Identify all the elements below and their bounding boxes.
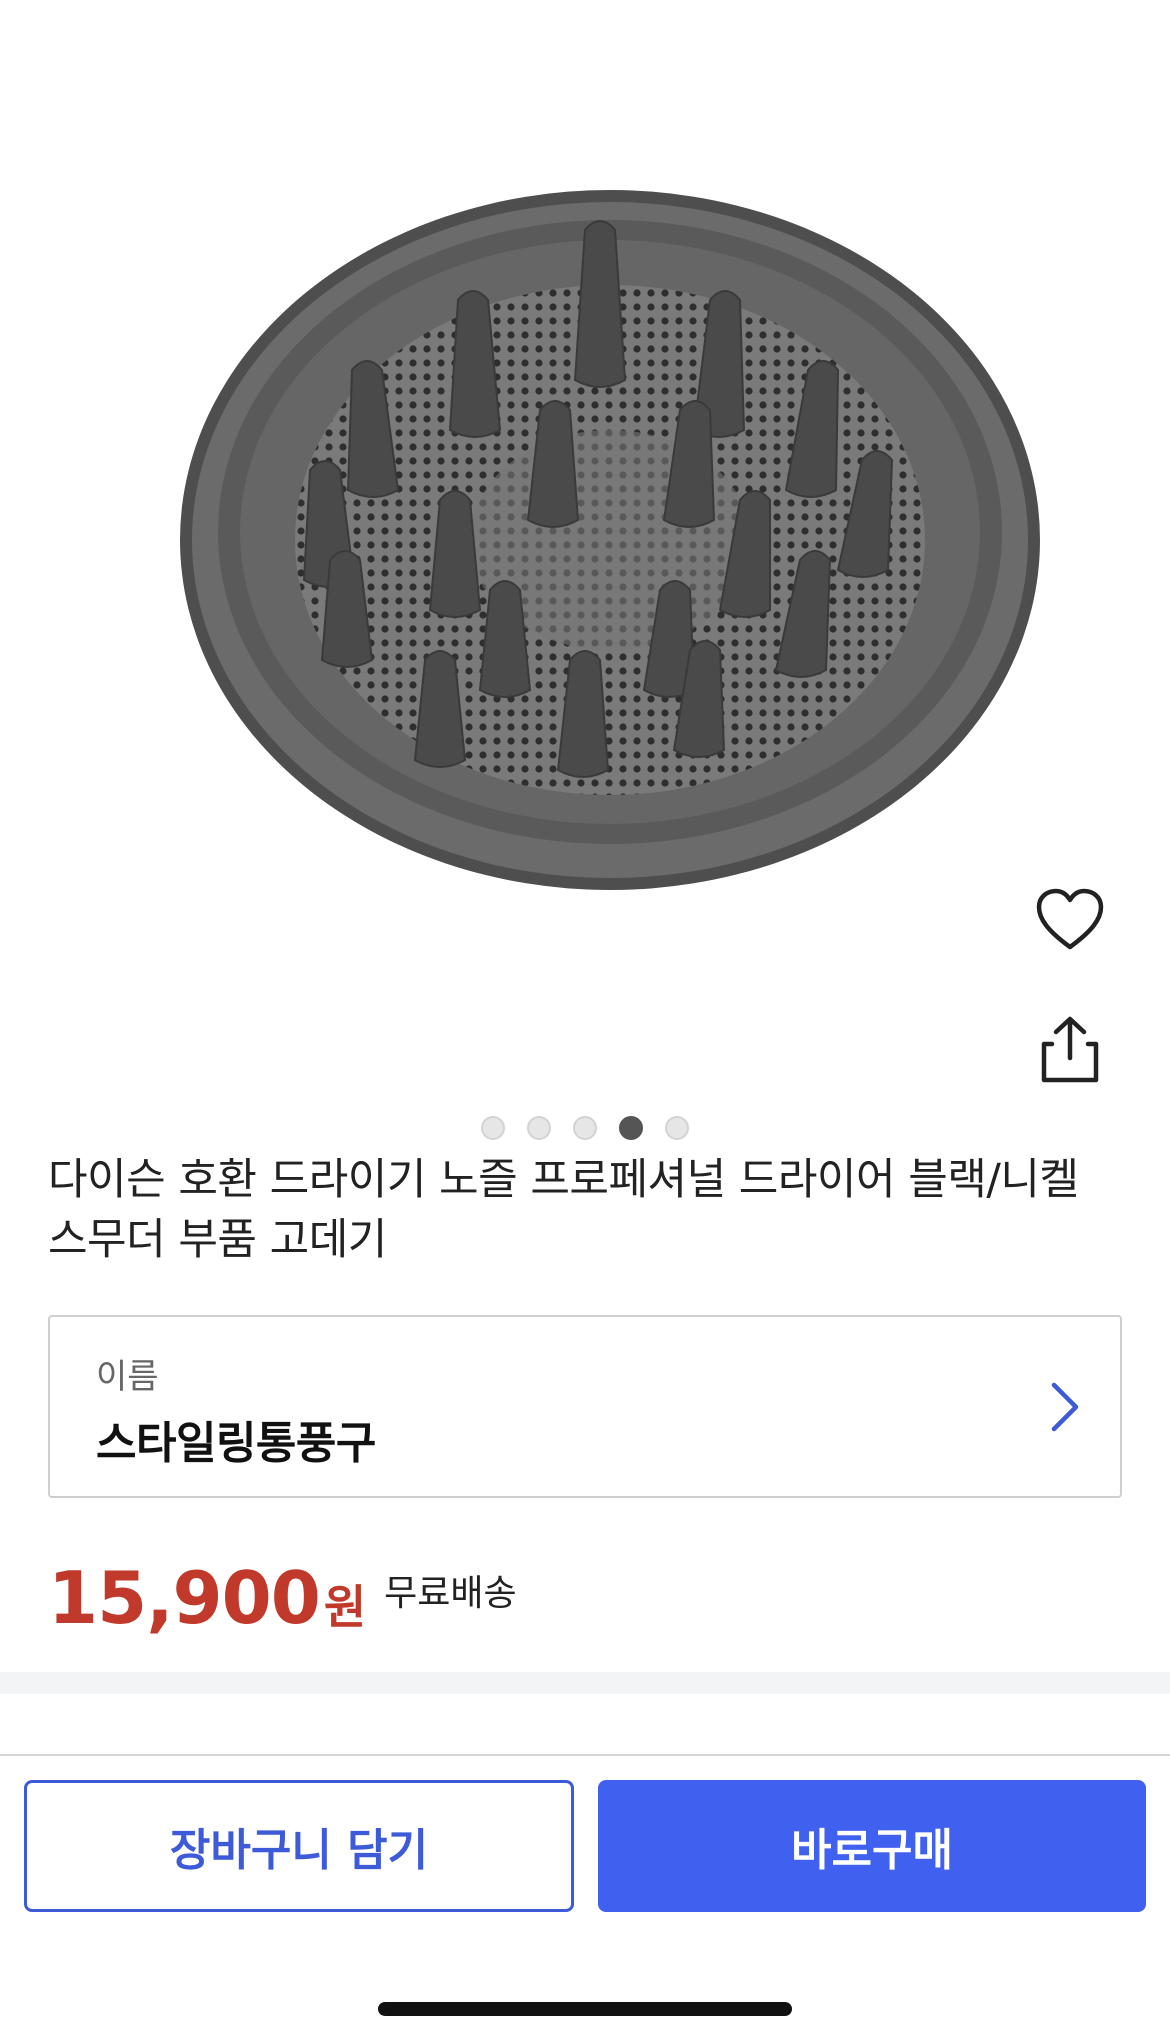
- option-value: 스타일링통풍구: [96, 1418, 376, 1469]
- product-image-gallery[interactable]: [0, 0, 1170, 1083]
- section-divider: [0, 1672, 1170, 1694]
- add-to-cart-button[interactable]: 장바구니 담기: [24, 1780, 574, 1912]
- price-amount: 15,900: [48, 1556, 321, 1640]
- pagination-dot-active[interactable]: [619, 1116, 643, 1140]
- buy-now-button[interactable]: 바로구매: [598, 1780, 1146, 1912]
- pagination-dot[interactable]: [573, 1116, 597, 1140]
- pagination-dot[interactable]: [665, 1116, 689, 1140]
- wishlist-button[interactable]: [1030, 880, 1110, 960]
- pagination-dot[interactable]: [527, 1116, 551, 1140]
- share-button[interactable]: [1030, 1010, 1110, 1090]
- price-row: 15,900 원 무료배송: [48, 1556, 517, 1640]
- bottom-action-bar: 장바구니 담기 바로구매: [0, 1754, 1170, 2039]
- option-label: 이름: [96, 1357, 159, 1397]
- heart-icon: [1036, 888, 1104, 950]
- share-icon: [1041, 1016, 1099, 1083]
- gallery-pagination: [0, 1116, 1170, 1140]
- chevron-right-icon: [1051, 1382, 1079, 1432]
- pagination-dot[interactable]: [481, 1116, 505, 1140]
- shipping-info: 무료배송: [384, 1573, 517, 1614]
- product-image: [180, 190, 1040, 890]
- price-currency: 원: [323, 1580, 367, 1634]
- product-title: 다이슨 호환 드라이기 노즐 프로페셔널 드라이어 블랙/니켈 스무더 부품 고…: [48, 1155, 1079, 1265]
- option-selector[interactable]: 이름 스타일링통풍구: [48, 1315, 1122, 1498]
- home-indicator[interactable]: [378, 2002, 792, 2016]
